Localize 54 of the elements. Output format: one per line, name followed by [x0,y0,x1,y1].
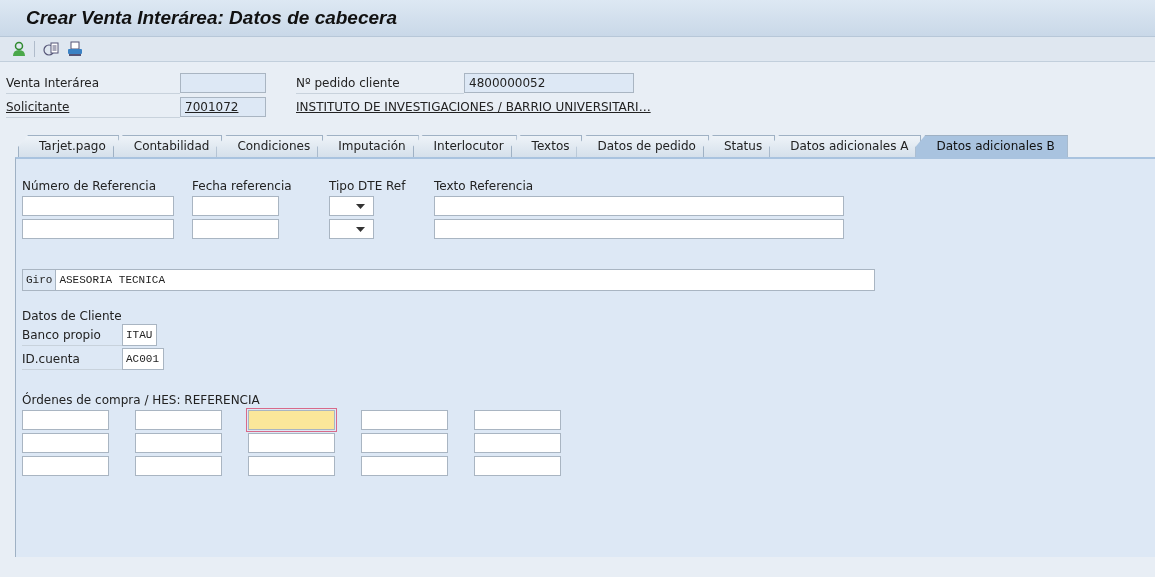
input-field[interactable] [361,410,448,430]
section-title: Órdenes de compra / HES: REFERENCIA [22,393,261,407]
tab[interactable]: Contabilidad [112,135,223,157]
tab[interactable]: Datos adicionales B [915,135,1068,157]
input-field[interactable] [192,196,279,216]
input-field[interactable] [474,433,561,453]
input-field[interactable] [135,456,222,476]
input-field[interactable] [135,410,222,430]
customer-description[interactable]: INSTITUTO DE INVESTIGACIONES / BARRIO UNIVERSITARI… [296,100,651,114]
section-title: Datos de Cliente [22,309,123,323]
input-field[interactable] [22,456,109,476]
document-icon[interactable] [43,41,59,57]
input-field[interactable] [180,73,266,93]
input-field[interactable] [192,219,279,239]
input-field[interactable] [135,433,222,453]
tab[interactable]: Datos de pedido [576,135,709,157]
input-field[interactable]: Giro ASESORIA TECNICA [22,269,875,291]
caret-icon [356,203,365,209]
input-field[interactable] [361,433,448,453]
field-label: Venta Interárea [6,72,180,94]
input-field[interactable]: AC001 [122,348,164,370]
tab[interactable]: Interlocutor [412,135,517,157]
input-field[interactable] [22,219,174,239]
input-field[interactable] [248,433,335,453]
column-label: Número de Referencia [22,179,158,193]
input-field[interactable] [22,410,109,430]
tab[interactable]: Tarjet.pago [18,135,119,157]
caret-icon [356,226,365,232]
input-field[interactable] [248,410,335,430]
input-field[interactable] [22,196,174,216]
tab[interactable]: Condiciones [216,135,324,157]
input-field[interactable] [361,456,448,476]
tab[interactable]: Textos [510,135,583,157]
input-field[interactable] [474,456,561,476]
dropdown-field[interactable] [329,196,374,216]
dropdown-field[interactable] [329,219,374,239]
input-field[interactable]: 4800000052 [464,73,634,93]
field-label[interactable]: Solicitante [6,96,180,118]
person-icon[interactable] [12,41,26,57]
input-field[interactable] [434,219,844,239]
tab[interactable]: Datos adicionales A [769,135,922,157]
column-label: Texto Referencia [434,179,535,193]
column-label: Fecha referencia [192,179,293,193]
column-label: Tipo DTE Ref [329,179,407,193]
input-field[interactable]: 7001072 [180,97,266,117]
tab[interactable]: Status [702,135,776,157]
input-field[interactable] [248,456,335,476]
input-field[interactable] [434,196,844,216]
input-field[interactable]: ITAU [122,324,158,346]
tab[interactable]: Imputación [317,135,419,157]
printer-icon[interactable] [67,41,83,57]
input-field[interactable] [22,433,109,453]
input-field[interactable] [474,410,561,430]
window-title: Crear Venta Interárea: Datos de cabecera [26,7,398,29]
